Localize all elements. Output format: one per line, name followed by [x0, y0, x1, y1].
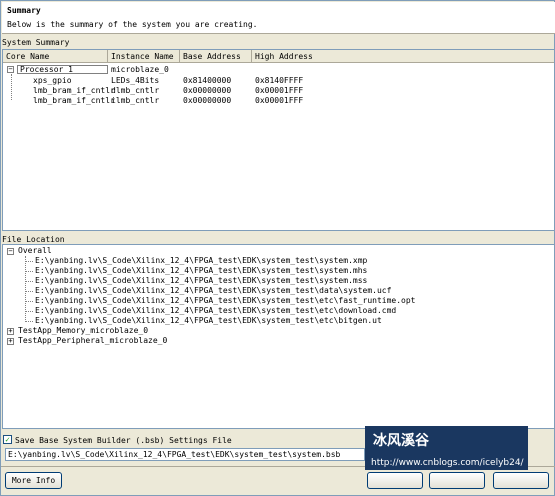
table-row[interactable]: lmb_bram_if_cntlr dlmb_cntlr 0x00000000 … — [3, 86, 554, 96]
page-title: Summary — [7, 6, 41, 15]
save-bsb-row[interactable]: ✓ Save Base System Builder (.bsb) Setting… — [3, 435, 232, 447]
processor-instance: microblaze_0 — [111, 65, 169, 74]
column-header-base-address[interactable]: Base Address — [180, 50, 252, 63]
file-path-item[interactable]: E:\yanbing.lv\S_Code\Xilinx_12_4\FPGA_te… — [35, 286, 391, 296]
tree-branch — [25, 321, 33, 322]
file-path-item[interactable]: E:\yanbing.lv\S_Code\Xilinx_12_4\FPGA_te… — [35, 316, 382, 326]
column-header-high-address[interactable]: High Address — [252, 50, 554, 63]
file-path-item[interactable]: E:\yanbing.lv\S_Code\Xilinx_12_4\FPGA_te… — [35, 276, 367, 286]
tree-branch — [25, 301, 33, 302]
tree-branch — [25, 291, 33, 292]
dialog-frame: Summary Below is the summary of the syst… — [0, 0, 555, 496]
file-path-item[interactable]: E:\yanbing.lv\S_Code\Xilinx_12_4\FPGA_te… — [35, 256, 367, 266]
base-address: 0x00000000 — [183, 96, 232, 105]
save-bsb-checkbox[interactable]: ✓ — [3, 435, 12, 444]
watermark-url: http://www.cnblogs.com/icelyb24/ — [371, 458, 524, 468]
file-path-item[interactable]: E:\yanbing.lv\S_Code\Xilinx_12_4\FPGA_te… — [35, 266, 367, 276]
next-button[interactable] — [429, 472, 485, 489]
collapse-icon[interactable]: − — [7, 66, 14, 73]
high-address: 0x8140FFFF — [255, 76, 304, 85]
tree-branch — [25, 311, 33, 312]
tree-branch — [25, 271, 33, 272]
collapse-icon[interactable]: − — [7, 248, 14, 255]
instance-name: ilmb_cntlr — [111, 96, 160, 105]
tree-branch — [25, 261, 33, 262]
save-bsb-label: Save Base System Builder (.bsb) Settings… — [15, 436, 232, 445]
table-row[interactable]: xps_gpio LEDs_4Bits 0x81400000 0x8140FFF… — [3, 76, 554, 86]
processor-name: Processor 1 — [17, 65, 108, 74]
core-name: xps_gpio — [33, 76, 72, 85]
core-name: lmb_bram_if_cntlr — [33, 86, 115, 95]
file-location-tree[interactable]: − Overall E:\yanbing.lv\S_Code\Xilinx_12… — [2, 244, 555, 429]
file-location-label: File Location — [2, 235, 65, 244]
tree-item-testapp-peripheral[interactable]: TestApp_Peripheral_microblaze_0 — [18, 336, 167, 346]
high-address: 0x00001FFF — [255, 96, 304, 105]
expand-icon[interactable]: + — [7, 328, 14, 335]
summary-header: Summary Below is the summary of the syst… — [2, 2, 555, 34]
back-button[interactable] — [367, 472, 423, 489]
cancel-button[interactable] — [493, 472, 549, 489]
more-info-button[interactable]: More Info — [5, 472, 62, 489]
tree-item-testapp-memory[interactable]: TestApp_Memory_microblaze_0 — [18, 326, 148, 336]
base-address: 0x81400000 — [183, 76, 232, 85]
tree-branch — [25, 281, 33, 282]
system-summary-table[interactable]: Core Name Instance Name Base Address Hig… — [2, 49, 555, 231]
expand-icon[interactable]: + — [7, 338, 14, 345]
file-path-item[interactable]: E:\yanbing.lv\S_Code\Xilinx_12_4\FPGA_te… — [35, 306, 396, 316]
tree-item-overall[interactable]: Overall — [18, 246, 52, 256]
column-header-core-name[interactable]: Core Name — [3, 50, 108, 63]
watermark-title: 冰风溪谷 — [373, 433, 429, 449]
file-path-item[interactable]: E:\yanbing.lv\S_Code\Xilinx_12_4\FPGA_te… — [35, 296, 416, 306]
instance-name: LEDs_4Bits — [111, 76, 160, 85]
page-description: Below is the summary of the system you a… — [7, 20, 258, 29]
high-address: 0x00001FFF — [255, 86, 304, 95]
table-row[interactable]: lmb_bram_if_cntlr ilmb_cntlr 0x00000000 … — [3, 96, 554, 106]
core-name: lmb_bram_if_cntlr — [33, 96, 115, 105]
base-address: 0x00000000 — [183, 86, 232, 95]
column-header-instance-name[interactable]: Instance Name — [108, 50, 180, 63]
table-header: Core Name Instance Name Base Address Hig… — [3, 50, 554, 63]
instance-name: dlmb_cntlr — [111, 86, 160, 95]
processor-row[interactable]: − Processor 1 microblaze_0 — [3, 65, 554, 75]
bsb-path-input[interactable]: E:\yanbing.lv\S_Code\Xilinx_12_4\FPGA_te… — [5, 448, 365, 461]
tree-line — [25, 256, 26, 322]
watermark-overlay: 冰风溪谷 http://www.cnblogs.com/icelyb24/ — [365, 426, 528, 470]
system-summary-label: System Summary — [2, 38, 70, 47]
